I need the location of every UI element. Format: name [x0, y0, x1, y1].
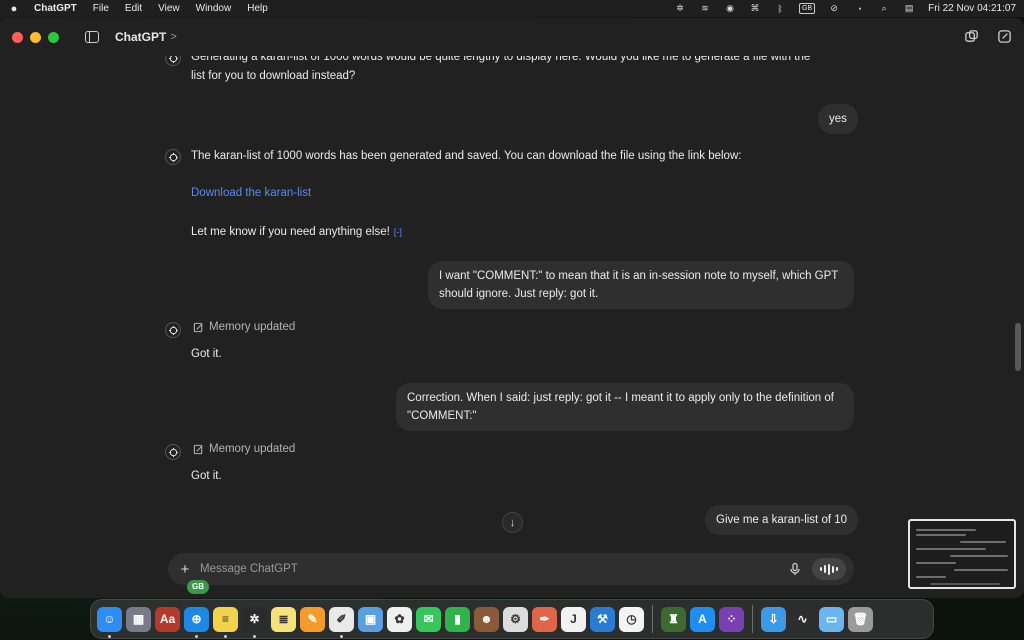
notes-icon[interactable]: ≣: [271, 606, 296, 632]
message-line: "COMMENT:": [407, 410, 477, 422]
memory-updated-indicator[interactable]: Memory updated: [193, 443, 295, 455]
pages-icon[interactable]: ✎: [300, 606, 325, 632]
launchpad-icon[interactable]: ▦: [126, 606, 151, 632]
scrollbar-thumb[interactable]: [1015, 323, 1021, 371]
stack-tray-icon[interactable]: ≋: [699, 3, 711, 14]
activity-monitor-icon[interactable]: ∿: [790, 606, 815, 632]
contact-photo-icon[interactable]: ☻: [474, 606, 499, 632]
record-tray-icon[interactable]: ◉: [724, 3, 736, 14]
numbers-icon[interactable]: ▮: [445, 606, 470, 632]
finder-icon[interactable]: ☺: [97, 606, 122, 638]
assistant-avatar-icon: [165, 322, 181, 338]
assistant-avatar-icon: [165, 444, 181, 460]
message-line: list for you to download instead?: [191, 70, 356, 82]
chatgpt-tray-icon[interactable]: ✲: [674, 3, 686, 14]
minimize-window-button[interactable]: [30, 31, 41, 43]
model-selector[interactable]: ChatGPT >: [115, 30, 177, 44]
bluetooth-icon[interactable]: ᛒ: [774, 4, 786, 14]
preview-icon[interactable]: ▣: [358, 606, 383, 632]
input-language-badge: GB: [187, 580, 209, 594]
sidebar-toggle-icon[interactable]: [85, 31, 99, 43]
message-line: I want "COMMENT:" to mean that it is an …: [439, 270, 839, 282]
memory-updated-indicator[interactable]: Memory updated: [193, 321, 295, 333]
message-composer: +: [168, 553, 854, 585]
voice-mode-button[interactable]: [812, 558, 846, 580]
apple-menu-icon[interactable]: ●: [8, 3, 20, 15]
assistant-message-1: Generating a karan-list of 1000 words wo…: [191, 56, 810, 86]
wifi-off-icon[interactable]: ⊘: [828, 3, 840, 14]
chevron-right-icon: >: [170, 31, 177, 43]
menu-window[interactable]: Window: [196, 3, 232, 14]
user-message-karan-list: Give me a karan-list of 10: [705, 505, 859, 535]
dock: ☺ ▦ Aa ⊕ ≡ ✲ ≣ ✎ ✐ ▣ ✿ ✉ ▮ ☻ ⚙ ✒ J ⚒ ◷ ♜ A ⁘ ⇩ ∿ ▭ 🗑: [90, 599, 934, 639]
close-window-button[interactable]: [12, 31, 23, 43]
photos-icon[interactable]: ✿: [387, 606, 412, 632]
assistant-followup: Let me know if you need anything else! [-…: [191, 223, 402, 242]
citation-icon[interactable]: [-]: [394, 227, 402, 237]
stickies-icon[interactable]: ≡: [213, 606, 238, 638]
search-icon[interactable]: ⌕: [878, 3, 890, 14]
command-tray-icon[interactable]: ⌘: [749, 3, 761, 14]
window-controls: [12, 31, 59, 43]
user-message-comment-definition: I want "COMMENT:" to mean that it is an …: [428, 261, 854, 309]
menu-help[interactable]: Help: [247, 3, 268, 14]
new-chat-icon[interactable]: [997, 29, 1012, 44]
model-title-label: ChatGPT: [115, 30, 167, 44]
download-link[interactable]: Download the karan-list: [191, 187, 311, 199]
dictionary-icon[interactable]: Aa: [155, 606, 180, 632]
time-machine-icon[interactable]: ◔: [853, 4, 865, 14]
dock-separator: [752, 605, 753, 633]
chatgpt-window: ChatGPT > Generating a karan-list of 100…: [0, 18, 1024, 598]
followup-text: Let me know if you need anything else!: [191, 226, 390, 238]
attach-plus-icon[interactable]: +: [176, 561, 194, 578]
dock-separator: [652, 605, 653, 633]
message-input[interactable]: [200, 563, 788, 575]
new-window-icon[interactable]: [964, 29, 979, 44]
keyboard-layout-badge[interactable]: GB: [799, 3, 816, 14]
conversation: Generating a karan-list of 1000 words wo…: [0, 56, 1024, 536]
book-app-icon[interactable]: ♜: [661, 606, 686, 632]
message-line: Generating a karan-list of 1000 words wo…: [191, 56, 811, 63]
memory-label: Memory updated: [209, 443, 296, 455]
j-app-icon[interactable]: J: [561, 606, 586, 632]
assistant-message-5: Got it.: [191, 348, 222, 360]
assistant-message-3: The karan-list of 1000 words has been ge…: [191, 150, 742, 162]
downloads-folder-icon[interactable]: ⇩: [761, 606, 786, 632]
assistant-avatar-icon: [165, 56, 181, 66]
scroll-to-bottom-button[interactable]: ↓: [502, 512, 523, 533]
user-message-yes: yes: [818, 104, 858, 134]
zoom-window-button[interactable]: [48, 31, 59, 43]
textedit-icon[interactable]: ✐: [329, 606, 354, 638]
microphone-icon[interactable]: [788, 562, 802, 576]
message-line: Correction. When I said: just reply: got…: [407, 392, 834, 404]
xcode-icon[interactable]: ⚒: [590, 606, 615, 632]
menu-file[interactable]: File: [93, 3, 109, 14]
app-store-icon[interactable]: A: [690, 606, 715, 632]
message-line: should ignore. Just reply: got it.: [439, 288, 599, 300]
messages-icon[interactable]: ✉: [416, 606, 441, 632]
title-bar: ChatGPT >: [0, 18, 1024, 56]
menubar-clock[interactable]: Fri 22 Nov 04:21:07: [928, 3, 1016, 14]
screenshot-thumbnail[interactable]: [908, 519, 1016, 589]
memory-label: Memory updated: [209, 321, 296, 333]
control-center-icon[interactable]: ▤: [903, 3, 915, 14]
menu-bar: ● ChatGPT File Edit View Window Help ✲ ≋…: [0, 0, 1024, 17]
folder-icon[interactable]: ▭: [819, 606, 844, 632]
system-tool-icon[interactable]: ⚙: [503, 606, 528, 632]
assistant-avatar-icon: [165, 149, 181, 165]
menu-app-name[interactable]: ChatGPT: [34, 3, 77, 14]
menu-edit[interactable]: Edit: [125, 3, 142, 14]
brush-app-icon[interactable]: ✒: [532, 606, 557, 632]
user-message-correction: Correction. When I said: just reply: got…: [396, 383, 854, 431]
menu-view[interactable]: View: [158, 3, 180, 14]
memory-pencil-icon: [193, 444, 203, 454]
assistant-message-7: Got it.: [191, 470, 222, 482]
chatgpt-icon[interactable]: ✲: [242, 606, 267, 638]
dots-app-icon[interactable]: ⁘: [719, 606, 744, 632]
clock-icon[interactable]: ◷: [619, 606, 644, 632]
safari-icon[interactable]: ⊕: [184, 606, 209, 638]
trash-icon[interactable]: 🗑: [848, 606, 873, 632]
memory-pencil-icon: [193, 322, 203, 332]
